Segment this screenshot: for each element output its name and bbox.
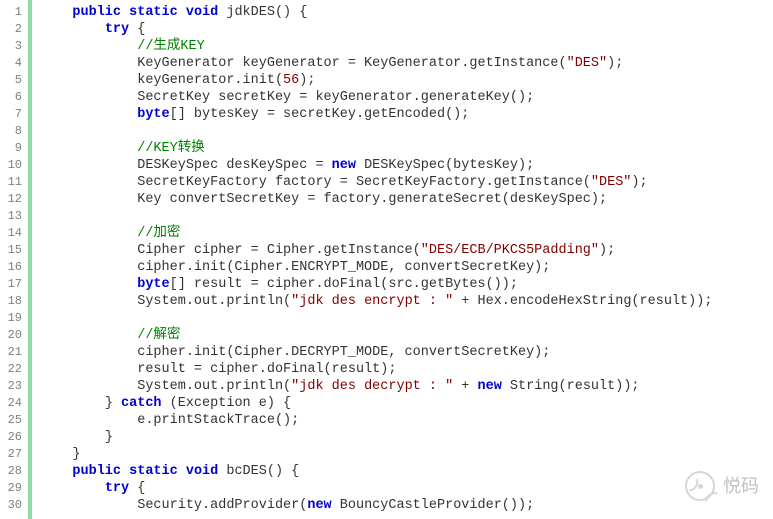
line-number: 11 — [4, 174, 22, 191]
line-number: 27 — [4, 446, 22, 463]
line-number: 25 — [4, 412, 22, 429]
code-line: System.out.println("jdk des decrypt : " … — [40, 378, 773, 395]
line-number: 26 — [4, 429, 22, 446]
line-number: 8 — [4, 123, 22, 140]
code-line: //KEY转换 — [40, 140, 773, 157]
line-number: 29 — [4, 480, 22, 497]
code-line: //加密 — [40, 225, 773, 242]
code-line: try { — [40, 480, 773, 497]
code-line: //生成KEY — [40, 38, 773, 55]
line-number: 14 — [4, 225, 22, 242]
line-number: 2 — [4, 21, 22, 38]
line-number: 13 — [4, 208, 22, 225]
line-number: 5 — [4, 72, 22, 89]
code-line: } catch (Exception e) { — [40, 395, 773, 412]
code-line — [40, 123, 773, 140]
code-line: } — [40, 446, 773, 463]
line-number: 17 — [4, 276, 22, 293]
code-line: SecretKey secretKey = keyGenerator.gener… — [40, 89, 773, 106]
code-line: cipher.init(Cipher.ENCRYPT_MODE, convert… — [40, 259, 773, 276]
code-line: System.out.println("jdk des encrypt : " … — [40, 293, 773, 310]
code-line: cipher.init(Cipher.DECRYPT_MODE, convert… — [40, 344, 773, 361]
code-line: keyGenerator.init(56); — [40, 72, 773, 89]
line-number: 15 — [4, 242, 22, 259]
code-line: Security.addProvider(new BouncyCastlePro… — [40, 497, 773, 514]
code-line: SecretKeyFactory factory = SecretKeyFact… — [40, 174, 773, 191]
code-line: e.printStackTrace(); — [40, 412, 773, 429]
line-number: 12 — [4, 191, 22, 208]
line-number: 16 — [4, 259, 22, 276]
code-line: byte[] result = cipher.doFinal(src.getBy… — [40, 276, 773, 293]
code-line: DESKeySpec desKeySpec = new DESKeySpec(b… — [40, 157, 773, 174]
code-editor: 1234567891011121314151617181920212223242… — [0, 0, 773, 519]
line-number: 6 — [4, 89, 22, 106]
line-number: 3 — [4, 38, 22, 55]
code-line — [40, 310, 773, 327]
code-area: public static void jdkDES() { try { //生成… — [28, 0, 773, 519]
line-number: 24 — [4, 395, 22, 412]
line-number: 7 — [4, 106, 22, 123]
line-number: 30 — [4, 497, 22, 514]
line-number: 22 — [4, 361, 22, 378]
line-number: 1 — [4, 4, 22, 21]
line-number: 21 — [4, 344, 22, 361]
code-line: Cipher cipher = Cipher.getInstance("DES/… — [40, 242, 773, 259]
line-number: 4 — [4, 55, 22, 72]
line-number: 28 — [4, 463, 22, 480]
code-line: try { — [40, 21, 773, 38]
line-number: 9 — [4, 140, 22, 157]
line-number: 18 — [4, 293, 22, 310]
code-line: public static void bcDES() { — [40, 463, 773, 480]
code-line: Key convertSecretKey = factory.generateS… — [40, 191, 773, 208]
code-line: } — [40, 429, 773, 446]
code-line: public static void jdkDES() { — [40, 4, 773, 21]
line-number: 20 — [4, 327, 22, 344]
line-number: 19 — [4, 310, 22, 327]
code-line: KeyGenerator keyGenerator = KeyGenerator… — [40, 55, 773, 72]
line-number: 23 — [4, 378, 22, 395]
code-line — [40, 208, 773, 225]
code-line: //解密 — [40, 327, 773, 344]
line-number: 10 — [4, 157, 22, 174]
code-line: byte[] bytesKey = secretKey.getEncoded()… — [40, 106, 773, 123]
line-number-gutter: 1234567891011121314151617181920212223242… — [0, 0, 28, 519]
code-line: result = cipher.doFinal(result); — [40, 361, 773, 378]
